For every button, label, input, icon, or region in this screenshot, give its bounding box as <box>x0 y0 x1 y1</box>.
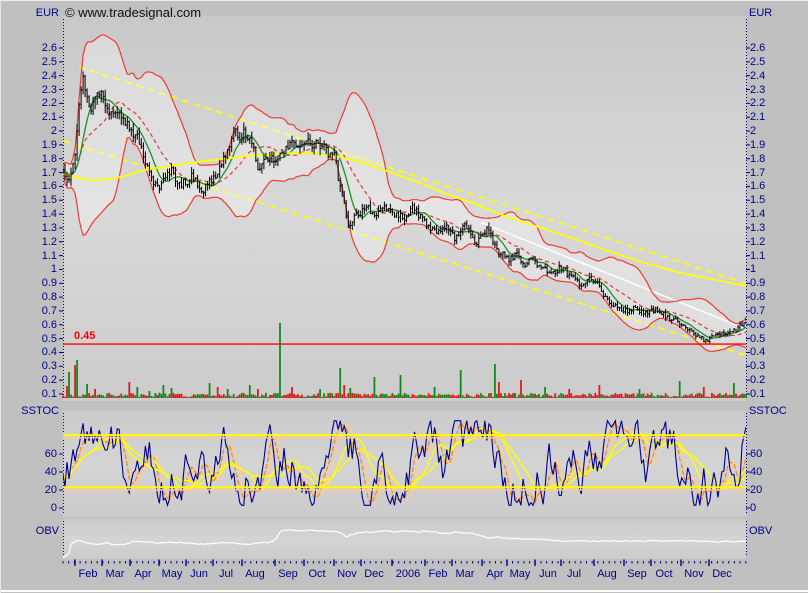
x-axis-label-2006: 2006 <box>396 568 420 581</box>
price-ytick-label-right: 0.1 <box>750 387 765 401</box>
x-axis-label-dec: Dec <box>364 568 384 581</box>
sstoc-panel-label-right: SSTOC <box>749 405 787 418</box>
price-ytick-label-left: 1.6 <box>21 179 57 193</box>
price-ytick-label-left: 0.8 <box>21 290 57 304</box>
price-unit-label-left: EUR <box>27 7 59 20</box>
x-axis-label-oct: Oct <box>308 568 325 581</box>
price-ytick-label-left: 1.9 <box>21 138 57 152</box>
price-ytick-label-left: 2 <box>21 124 57 138</box>
price-ytick-label-right: 2.3 <box>750 83 765 97</box>
sstoc-ytick-label-right: 0 <box>750 501 756 515</box>
x-axis-label-jul: Jul <box>219 568 233 581</box>
price-ytick-label-left: 0.3 <box>21 359 57 373</box>
price-ytick-label-right: 1.6 <box>750 179 765 193</box>
sstoc-ytick-label-right: 60 <box>750 447 762 461</box>
copyright-text: © www.tradesignal.com <box>65 5 201 20</box>
obv-panel-bg <box>63 519 746 559</box>
sstoc-ytick-label-right: 40 <box>750 465 762 479</box>
price-ytick-label-left: 1.8 <box>21 152 57 166</box>
price-ytick-label-left: 0.2 <box>21 373 57 387</box>
price-ytick-label-right: 2.5 <box>750 55 765 69</box>
price-ytick-label-right: 0.9 <box>750 276 765 290</box>
price-ytick-label-right: 0.3 <box>750 359 765 373</box>
price-ytick-label-left: 1.3 <box>21 221 57 235</box>
price-ytick-label-right: 2.1 <box>750 110 765 124</box>
price-ytick-label-left: 1.4 <box>21 207 57 221</box>
x-axis-label-dec: Dec <box>712 568 732 581</box>
price-ytick-label-right: 0.6 <box>750 318 765 332</box>
x-axis-label-jun: Jun <box>539 568 557 581</box>
x-axis-label-mar: Mar <box>456 568 475 581</box>
obv-panel-label-right: OBV <box>749 525 772 538</box>
x-axis-label-oct: Oct <box>655 568 672 581</box>
support-level-label: 0.45 <box>74 330 95 342</box>
price-ytick-label-right: 1.8 <box>750 152 765 166</box>
price-ytick-label-left: 1.7 <box>21 166 57 180</box>
x-axis-label-may: May <box>162 568 183 581</box>
price-ytick-label-right: 2.6 <box>750 41 765 55</box>
price-ytick-label-right: 2.4 <box>750 69 765 83</box>
sstoc-ytick-label-right: 20 <box>750 483 762 497</box>
x-axis-label-nov: Nov <box>684 568 704 581</box>
tradesignal-chart-window: EUR © www.tradesignal.com EUR SSTOC SSTO… <box>0 0 808 593</box>
price-ytick-label-right: 0.8 <box>750 290 765 304</box>
price-ytick-label-left: 0.7 <box>21 304 57 318</box>
price-ytick-label-left: 1.2 <box>21 235 57 249</box>
price-unit-label-right: EUR <box>749 7 772 20</box>
price-ytick-label-right: 1.4 <box>750 207 765 221</box>
x-axis-label-mar: Mar <box>106 568 125 581</box>
price-ytick-label-right: 0.4 <box>750 345 765 359</box>
price-ytick-label-left: 2.1 <box>21 110 57 124</box>
price-ytick-label-right: 1.5 <box>750 193 765 207</box>
x-axis-label-nov: Nov <box>337 568 357 581</box>
price-ytick-label-right: 1.7 <box>750 166 765 180</box>
price-ytick-label-right: 0.7 <box>750 304 765 318</box>
obv-panel-label-left: OBV <box>11 525 59 538</box>
price-ytick-label-right: 1.3 <box>750 221 765 235</box>
price-ytick-label-right: 2.2 <box>750 96 765 110</box>
price-ytick-label-right: 2 <box>750 124 756 138</box>
price-ytick-label-left: 1.1 <box>21 249 57 263</box>
price-ytick-label-right: 1.2 <box>750 235 765 249</box>
sstoc-ytick-label-left: 20 <box>21 483 57 497</box>
price-ytick-label-left: 0.6 <box>21 318 57 332</box>
price-ytick-label-right: 1.1 <box>750 249 765 263</box>
price-ytick-label-left: 0.4 <box>21 345 57 359</box>
sstoc-ytick-label-left: 60 <box>21 447 57 461</box>
sstoc-panel-label-left: SSTOC <box>11 405 59 418</box>
price-ytick-label-right: 0.2 <box>750 373 765 387</box>
price-ytick-label-left: 2.3 <box>21 83 57 97</box>
price-ytick-label-right: 1.9 <box>750 138 765 152</box>
x-axis-label-sep: Sep <box>627 568 647 581</box>
price-ytick-label-left: 2.4 <box>21 69 57 83</box>
x-axis-label-feb: Feb <box>79 568 98 581</box>
x-axis-label-feb: Feb <box>429 568 448 581</box>
x-axis-label-sep: Sep <box>278 568 298 581</box>
price-ytick-label-left: 0.9 <box>21 276 57 290</box>
sstoc-ytick-label-left: 40 <box>21 465 57 479</box>
price-ytick-label-left: 0.5 <box>21 332 57 346</box>
x-axis-label-jun: Jun <box>190 568 208 581</box>
chart-canvas[interactable] <box>1 1 808 593</box>
price-ytick-label-left: 2.2 <box>21 96 57 110</box>
price-ytick-label-right: 0.5 <box>750 332 765 346</box>
price-ytick-label-left: 1.5 <box>21 193 57 207</box>
price-ytick-label-left: 1 <box>21 262 57 276</box>
x-axis-label-apr: Apr <box>486 568 503 581</box>
sstoc-ytick-label-left: 0 <box>21 501 57 515</box>
x-axis-label-aug: Aug <box>597 568 617 581</box>
x-axis-label-aug: Aug <box>245 568 265 581</box>
x-axis-label-jul: Jul <box>567 568 581 581</box>
x-axis-label-apr: Apr <box>134 568 151 581</box>
price-ytick-label-left: 2.5 <box>21 55 57 69</box>
x-axis-label-may: May <box>510 568 531 581</box>
price-ytick-label-left: 2.6 <box>21 41 57 55</box>
price-ytick-label-right: 1 <box>750 262 756 276</box>
price-ytick-label-left: 0.1 <box>21 387 57 401</box>
